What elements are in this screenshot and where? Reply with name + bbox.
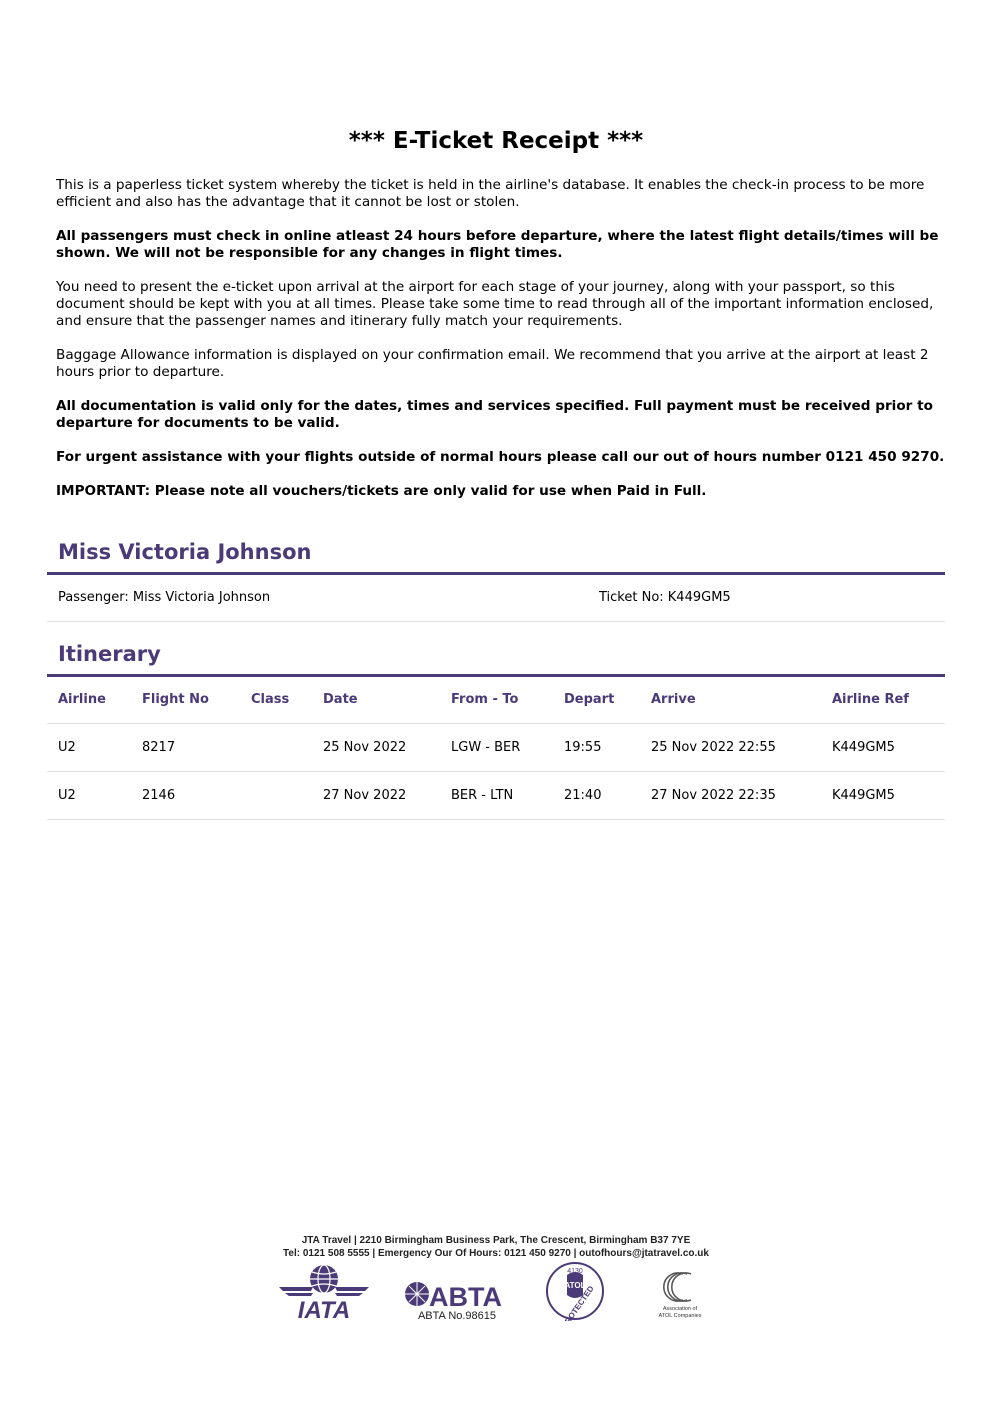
cell-from-to: LGW - BER <box>451 740 521 755</box>
cell-airline-ref: K449GM5 <box>832 788 895 803</box>
footer-address: JTA Travel | 2210 Birmingham Business Pa… <box>301 1235 691 1246</box>
row-divider <box>47 723 945 724</box>
cell-flight-no: 8217 <box>142 740 176 755</box>
footer-contact: Tel: 0121 508 5555 | Emergency Our Of Ho… <box>283 1248 709 1259</box>
svg-text:4130: 4130 <box>567 1268 583 1275</box>
important-notice: IMPORTANT: Please note all vouchers/tick… <box>56 483 707 499</box>
col-header-airline: Airline <box>58 692 106 707</box>
cell-depart: 19:55 <box>564 740 602 755</box>
checkin-notice: All passengers must check in online atle… <box>56 228 939 261</box>
row-divider <box>47 621 945 622</box>
cell-flight-no: 2146 <box>142 788 176 803</box>
page-title: *** E-Ticket Receipt *** <box>348 128 644 154</box>
svg-text:ATOL: ATOL <box>564 1281 585 1290</box>
cell-from-to: BER - LTN <box>451 788 514 803</box>
col-header-airline-ref: Airline Ref <box>832 692 909 707</box>
svg-text:Association of: Association of <box>663 1306 698 1312</box>
row-divider <box>47 819 945 820</box>
svg-text:ATOL Companies: ATOL Companies <box>658 1313 701 1319</box>
passenger-heading: Miss Victoria Johnson <box>58 540 312 564</box>
cell-date: 27 Nov 2022 <box>323 788 407 803</box>
cell-airline: U2 <box>58 740 76 755</box>
col-header-class: Class <box>251 692 290 707</box>
baggage-notice: Baggage Allowance information is display… <box>56 347 929 380</box>
cell-date: 25 Nov 2022 <box>323 740 407 755</box>
atol-protected-logo: 4130 ATOL PROTECTED <box>545 1261 605 1330</box>
svg-text:IATA: IATA <box>298 1297 350 1321</box>
row-divider <box>47 771 945 772</box>
col-header-from-to: From - To <box>451 692 519 707</box>
aac-logo: Association of ATOL Companies <box>651 1268 709 1320</box>
svg-text:ABTA: ABTA <box>429 1282 502 1312</box>
col-header-date: Date <box>323 692 358 707</box>
cell-arrive: 27 Nov 2022 22:35 <box>651 788 776 803</box>
itinerary-heading: Itinerary <box>58 642 161 666</box>
iata-logo: IATA <box>277 1261 371 1324</box>
abta-logo: ABTA ABTA No.98615 <box>403 1278 509 1322</box>
intro-text: This is a paperless ticket system whereb… <box>56 177 946 517</box>
intro-paragraph: You need to present the e-ticket upon ar… <box>56 279 934 329</box>
cell-arrive: 25 Nov 2022 22:55 <box>651 740 776 755</box>
col-header-depart: Depart <box>564 692 615 707</box>
passenger-name: Passenger: Miss Victoria Johnson <box>58 590 271 605</box>
col-header-arrive: Arrive <box>651 692 696 707</box>
cell-airline: U2 <box>58 788 76 803</box>
itinerary-divider <box>47 674 945 677</box>
urgent-assistance-notice: For urgent assistance with your flights … <box>56 449 945 465</box>
validity-notice: All documentation is valid only for the … <box>56 398 933 431</box>
cell-airline-ref: K449GM5 <box>832 740 895 755</box>
passenger-divider <box>47 572 945 575</box>
intro-paragraph: This is a paperless ticket system whereb… <box>56 177 925 210</box>
cell-depart: 21:40 <box>564 788 602 803</box>
col-header-flight-no: Flight No <box>142 692 209 707</box>
ticket-number: Ticket No: K449GM5 <box>599 590 731 605</box>
svg-text:ABTA No.98615: ABTA No.98615 <box>418 1310 496 1322</box>
